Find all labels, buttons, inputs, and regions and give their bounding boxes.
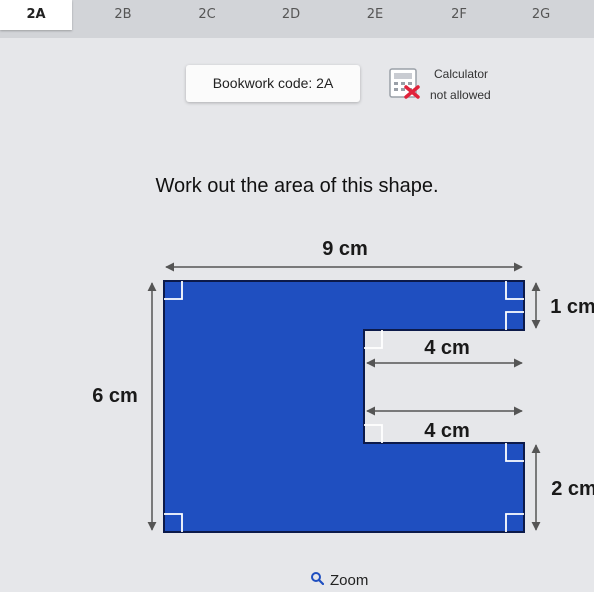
label-notch-upper-width: 4 cm (424, 337, 470, 359)
area-shape-diagram: 9 cm 6 cm 1 cm 4 cm 4 cm 2 cm (92, 238, 594, 533)
magnifier-icon (310, 571, 325, 589)
zoom-button[interactable]: Zoom (310, 571, 368, 589)
label-bottom-right-height: 2 cm (551, 478, 594, 500)
label-left-height: 6 cm (92, 385, 138, 407)
label-notch-lower-width: 4 cm (424, 420, 470, 442)
label-top-right-height: 1 cm (550, 296, 594, 318)
zoom-label: Zoom (330, 571, 369, 589)
label-top-width: 9 cm (322, 238, 368, 260)
blue-shape (163, 280, 525, 533)
